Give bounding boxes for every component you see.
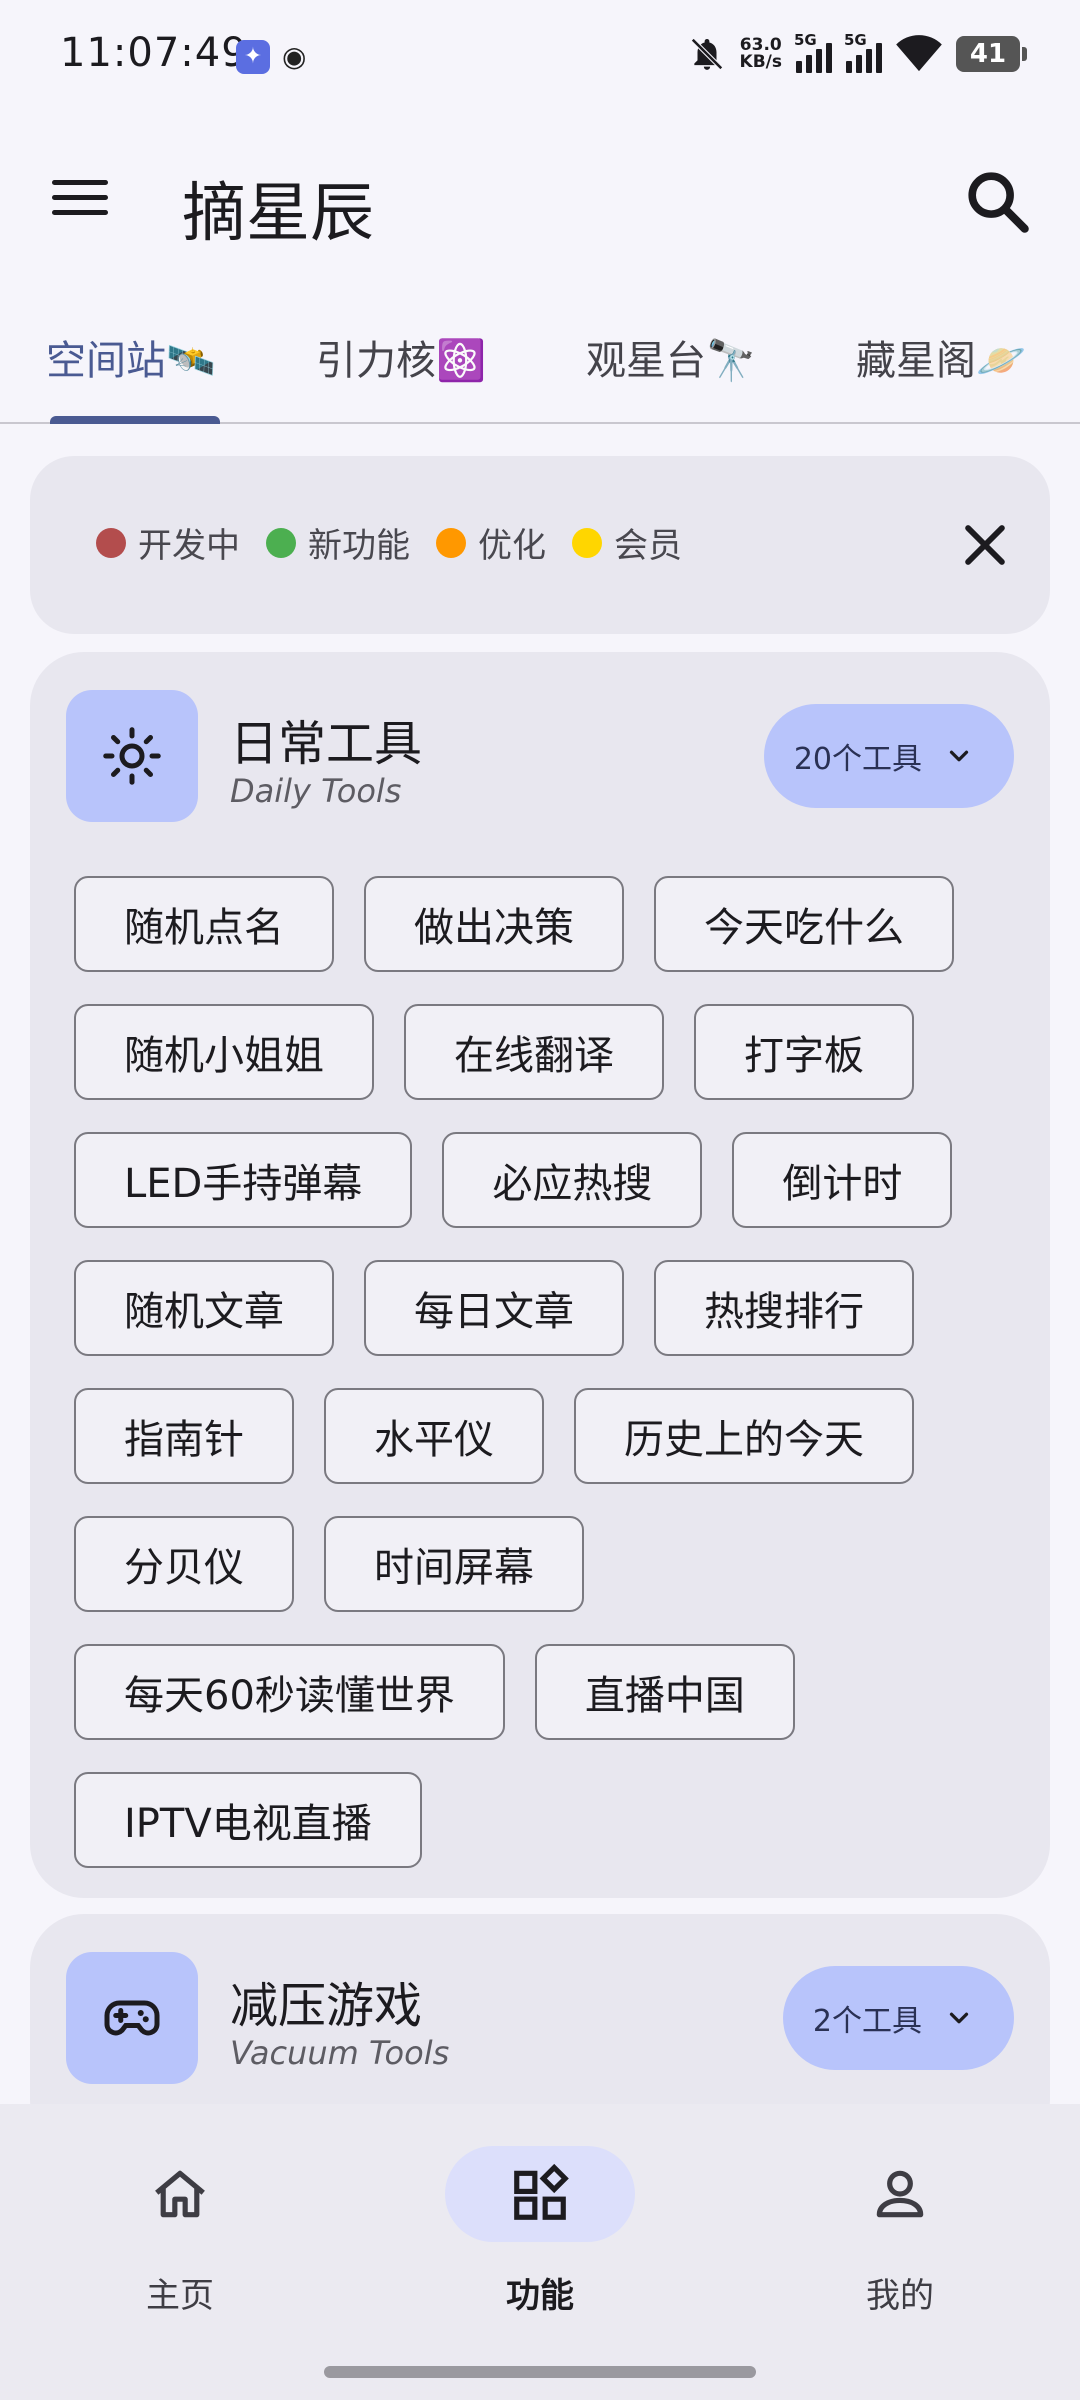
tab-observatory[interactable]: 观星台🔭	[586, 328, 756, 408]
wifi-icon	[896, 35, 942, 72]
tool-chip[interactable]: 指南针	[74, 1388, 294, 1484]
tab-bar: 空间站🛰️ 引力核⚛️ 观星台🔭 藏星阁🪐	[0, 318, 1080, 424]
bell-off-icon	[690, 38, 723, 70]
tab-star-pavilion[interactable]: 藏星阁🪐	[856, 328, 1026, 408]
signal-icon-sim2: 5G	[844, 31, 882, 73]
legend-label: 优化	[478, 526, 546, 566]
orange-dot-icon	[436, 527, 466, 558]
tool-count-toggle[interactable]: 2个工具	[782, 1966, 1014, 2070]
nav-indicator	[805, 2146, 995, 2242]
battery-icon: 41	[956, 36, 1027, 72]
tool-chip[interactable]: 倒计时	[732, 1132, 953, 1228]
person-icon	[876, 2170, 924, 2218]
page-title: 摘星辰	[182, 177, 374, 251]
sim2-label: 5G	[844, 31, 867, 49]
tool-chip[interactable]: 直播中国	[534, 1644, 795, 1740]
tab-indicator	[50, 416, 220, 424]
home-indicator[interactable]	[324, 2366, 756, 2378]
category-title: 日常工具	[230, 716, 423, 772]
tab-gravity-core[interactable]: 引力核⚛️	[316, 328, 486, 408]
status-time: 11:07:49	[60, 30, 248, 76]
tool-chip[interactable]: 随机文章	[74, 1260, 334, 1356]
tool-chip-list: 随机点名 做出决策 今天吃什么 随机小姐姐 在线翻译 打字板 LED手持弹幕 必…	[74, 876, 1014, 1868]
sim1-label: 5G	[794, 31, 817, 49]
tool-chip[interactable]: 在线翻译	[404, 1004, 664, 1100]
nav-item-features[interactable]: 功能	[390, 2142, 690, 2322]
tool-count-label: 2个工具	[812, 2004, 922, 2039]
tool-chip[interactable]: LED手持弹幕	[74, 1132, 413, 1228]
legend-item-member: 会员	[572, 518, 682, 567]
tool-count-label: 20个工具	[793, 742, 922, 777]
app-bar: 摘星辰	[0, 140, 1080, 260]
category-icon-box	[66, 1952, 198, 2084]
tool-chip[interactable]: 每日文章	[364, 1260, 624, 1356]
menu-button[interactable]	[52, 172, 112, 228]
tool-chip[interactable]: 分贝仪	[74, 1516, 294, 1612]
category-icon-box	[66, 690, 198, 822]
nav-item-profile[interactable]: 我的	[750, 2142, 1050, 2322]
legend-item-new-feature: 新功能	[266, 518, 410, 567]
app-notification-icon: ✦	[236, 40, 270, 74]
legend-label: 新功能	[308, 526, 410, 566]
network-speed: 63.0 KB/s	[740, 37, 782, 71]
status-bar: 11:07:49 ✦ ◉ 63.0 KB/s 5G 5G 41	[0, 0, 1080, 110]
weibo-icon: ◉	[282, 40, 307, 73]
nav-label: 主页	[146, 2276, 214, 2316]
status-legend-card: 开发中 新功能 优化 会员	[30, 456, 1050, 634]
home-icon	[155, 2170, 205, 2218]
bottom-navigation: 主页 功能 我的	[0, 2104, 1080, 2400]
close-icon[interactable]	[956, 516, 1014, 574]
nav-label: 功能	[506, 2276, 574, 2316]
nav-indicator	[85, 2146, 275, 2242]
chevron-down-icon	[949, 750, 969, 762]
legend-label: 会员	[614, 526, 682, 566]
signal-icon-sim1: 5G	[794, 31, 832, 73]
tool-chip[interactable]: 历史上的今天	[574, 1388, 914, 1484]
nav-item-home[interactable]: 主页	[30, 2142, 330, 2322]
gamepad-icon	[104, 2000, 160, 2036]
nav-label: 我的	[866, 2276, 934, 2316]
legend-item-optimized: 优化	[436, 518, 546, 567]
red-dot-icon	[96, 527, 126, 558]
network-speed-unit: KB/s	[739, 52, 782, 72]
tool-count-toggle[interactable]: 20个工具	[763, 704, 1014, 808]
tool-chip[interactable]: 热搜排行	[654, 1260, 914, 1356]
green-dot-icon	[266, 527, 296, 558]
tab-space-station[interactable]: 空间站🛰️	[46, 328, 216, 408]
category-subtitle: Vacuum Tools	[230, 2034, 450, 2072]
yellow-dot-icon	[572, 527, 602, 558]
nav-indicator	[445, 2146, 635, 2242]
category-title: 减压游戏	[230, 1978, 423, 2034]
tool-chip[interactable]: 时间屏幕	[324, 1516, 584, 1612]
category-card-daily-tools: 日常工具 Daily Tools 20个工具 随机点名 做出决策 今天吃什么 随…	[30, 652, 1050, 1898]
tool-chip[interactable]: 每天60秒读懂世界	[74, 1644, 505, 1740]
search-icon[interactable]	[962, 166, 1032, 236]
tool-chip[interactable]: 必应热搜	[442, 1132, 703, 1228]
widgets-icon	[514, 2163, 569, 2220]
category-subtitle: Daily Tools	[230, 772, 402, 810]
tool-chip[interactable]: 随机小姐姐	[74, 1004, 374, 1100]
tool-chip[interactable]: 打字板	[694, 1004, 914, 1100]
tool-chip[interactable]: IPTV电视直播	[74, 1772, 422, 1868]
tool-chip[interactable]: 随机点名	[74, 876, 334, 972]
tool-chip[interactable]: 今天吃什么	[654, 876, 954, 972]
chevron-down-icon	[949, 2012, 969, 2024]
legend-label: 开发中	[138, 526, 240, 566]
tool-chip[interactable]: 做出决策	[364, 876, 624, 972]
tool-chip[interactable]: 水平仪	[324, 1388, 544, 1484]
sun-icon	[103, 727, 161, 785]
legend-item-in-development: 开发中	[96, 518, 240, 567]
